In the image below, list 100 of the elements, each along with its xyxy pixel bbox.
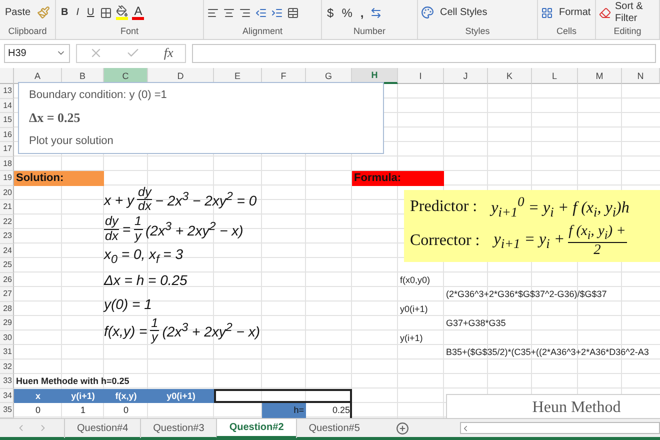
group-label: Cells: [555, 25, 578, 37]
merge-icon[interactable]: [287, 6, 299, 18]
h-value-cell-text: 0.25: [331, 404, 351, 418]
currency-button[interactable]: $: [325, 6, 336, 18]
row-header[interactable]: 18: [0, 156, 14, 171]
column-header[interactable]: M: [578, 68, 622, 84]
label-cell-text: y0(i+1): [399, 302, 429, 316]
row-header[interactable]: 26: [0, 272, 14, 287]
table-header-cell: f(x,y): [104, 388, 148, 403]
sort-label[interactable]: Sort &: [615, 0, 643, 12]
group-label: Styles: [464, 25, 491, 37]
row-header[interactable]: 33: [0, 374, 14, 388]
sheet-tab[interactable]: Question#4: [64, 418, 140, 438]
palette-icon[interactable]: [421, 6, 434, 19]
row-header[interactable]: 21: [0, 200, 14, 214]
formula-cell-text: G37+G38*G35: [445, 317, 507, 330]
row-header[interactable]: 24: [0, 244, 14, 258]
row-header[interactable]: 32: [0, 360, 14, 374]
sheet-tab[interactable]: Question#2: [216, 418, 296, 438]
horizontal-scrollbar[interactable]: [460, 422, 660, 434]
equation: y$_{i+1}$$^{0}$ = y$_{i}$ + f (x$_{i}$, y$_{i}$)h: [491, 194, 630, 220]
math-text: Δx = 0.25: [29, 110, 82, 126]
table-title: Huen Methode with h=0.25: [15, 375, 130, 388]
group-label: Alignment: [241, 25, 284, 37]
row-header[interactable]: 30: [0, 330, 14, 345]
row-header[interactable]: 29: [0, 316, 14, 330]
equation: x$_{0}$ = 0, x$_{f}$ = 3: [104, 244, 184, 267]
percent-button[interactable]: %: [340, 6, 354, 18]
row-header[interactable]: 34: [0, 388, 14, 403]
heading-cell: Solution:: [14, 171, 104, 186]
formula-cell-text: (2*G36^3+2*G36*$G$37^2-G36)/$G$37: [445, 288, 608, 302]
row-header[interactable]: 14: [0, 98, 14, 113]
align-left-icon[interactable]: [207, 6, 219, 18]
comma-button[interactable]: ,: [358, 6, 366, 18]
font-color-button[interactable]: A: [132, 5, 144, 20]
chart-area[interactable]: Heun Method: [446, 394, 660, 418]
decrease-indent-icon[interactable]: [255, 6, 267, 18]
equation: Δx = h = 0.25: [104, 270, 188, 290]
row-header[interactable]: 20: [0, 186, 14, 200]
text-line: Plot your solution: [29, 134, 114, 147]
table-header-cell: x: [14, 388, 62, 403]
table-cell-text: 0: [122, 404, 130, 418]
spreadsheet-grid[interactable]: [0, 68, 660, 418]
table-cell-text: 1: [79, 404, 86, 418]
row-header[interactable]: 17: [0, 142, 14, 156]
row-header[interactable]: 23: [0, 229, 14, 244]
row-header[interactable]: 13: [0, 84, 14, 98]
column-header[interactable]: H: [352, 68, 398, 84]
group-label: Font: [119, 25, 140, 37]
fill-color-icon[interactable]: [116, 5, 128, 20]
grid-icon[interactable]: [541, 6, 553, 18]
italic-button[interactable]: I: [74, 6, 82, 18]
text-line: Boundary condition: y (0) =1: [29, 89, 168, 102]
label-cell-text: f(x0,y0): [399, 274, 432, 287]
column-header[interactable]: L: [532, 68, 578, 84]
underline-button[interactable]: U: [85, 6, 96, 18]
label-cell-text: y(i+1): [399, 332, 424, 345]
h-label-cell: h=: [262, 403, 306, 418]
insert-function-button[interactable]: fx: [164, 45, 174, 61]
group-label: Editing: [612, 25, 642, 37]
column-header[interactable]: K: [488, 68, 532, 84]
row-header[interactable]: 22: [0, 214, 14, 229]
equation: y(0) = 1: [104, 294, 153, 314]
cell-styles-button[interactable]: Cell Styles: [438, 6, 490, 18]
row-header[interactable]: 28: [0, 302, 14, 316]
align-center-icon[interactable]: [223, 6, 235, 18]
filter-label[interactable]: Filter: [615, 12, 643, 24]
bold-button[interactable]: B: [59, 6, 70, 18]
column-header[interactable]: N: [622, 68, 660, 84]
table-cell-text: 0: [34, 404, 42, 418]
group-label: Number: [352, 25, 386, 37]
formula-cell-text: B35+($G$35/2)*(C35+((2*A36^3+2*A36*D36^2-A3: [445, 346, 650, 360]
group-label: Clipboard: [7, 25, 48, 37]
row-header[interactable]: 31: [0, 345, 14, 360]
row-header[interactable]: 16: [0, 128, 14, 142]
formula-field[interactable]: [192, 44, 656, 62]
heading-cell: Formula:: [352, 171, 444, 186]
row-header[interactable]: 25: [0, 258, 14, 272]
equation: y$_{i+1}$ = y$_{i}$ + f (x$_{i}$, y$_{i}$) + 2: [494, 224, 627, 258]
table-header-cell: y0(i+1): [148, 388, 214, 403]
column-header[interactable]: I: [398, 68, 444, 84]
column-header[interactable]: J: [444, 68, 488, 84]
align-right-icon[interactable]: [239, 6, 251, 18]
formula-label: Corrector :: [410, 232, 480, 250]
increase-indent-icon[interactable]: [271, 6, 283, 18]
eraser-icon[interactable]: [599, 6, 611, 18]
row-header[interactable]: 27: [0, 287, 14, 302]
format-button[interactable]: Format: [557, 6, 592, 18]
row-header[interactable]: 35: [0, 403, 14, 418]
paintbrush-icon[interactable]: [36, 6, 50, 19]
borders-icon[interactable]: [100, 6, 112, 18]
row-header[interactable]: 19: [0, 171, 14, 186]
paste-button[interactable]: Paste: [3, 6, 33, 18]
sheet-tab[interactable]: Question#5: [296, 418, 372, 438]
row-header[interactable]: 15: [0, 113, 14, 128]
name-box[interactable]: H39: [4, 44, 70, 62]
table-header-cell: y(i+1): [62, 388, 104, 403]
chevron-left-icon[interactable]: [461, 424, 470, 432]
add-sheet-icon[interactable]: [396, 422, 409, 434]
chart-title: Heun Method: [531, 399, 621, 418]
